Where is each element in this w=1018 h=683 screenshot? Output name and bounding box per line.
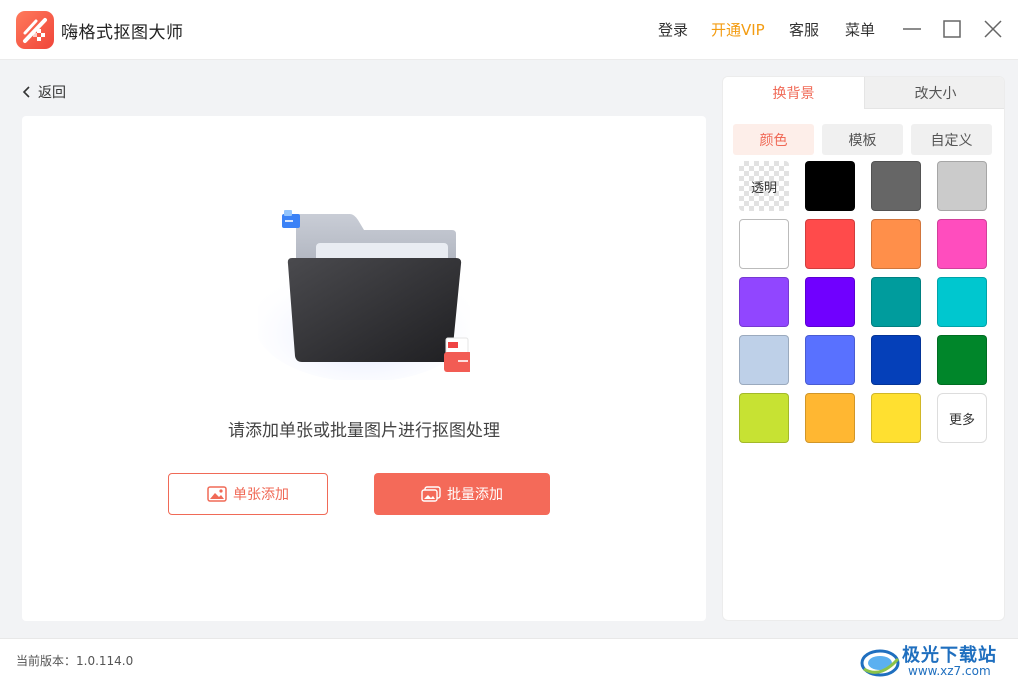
color-swatch[interactable] [739, 393, 789, 443]
single-add-label: 单张添加 [233, 487, 289, 503]
color-swatch[interactable] [739, 277, 789, 327]
watermark: 极光下载站 www.xz7.com [858, 639, 1016, 683]
color-swatch[interactable] [937, 161, 987, 211]
folder-illustration-icon [258, 210, 470, 380]
vip-link[interactable]: 开通VIP [711, 19, 765, 40]
chevron-left-icon [22, 86, 30, 98]
watermark-logo-icon [860, 649, 900, 677]
swatch-transparent[interactable]: 透明 [739, 161, 789, 211]
app-logo-icon [16, 11, 54, 49]
color-swatch[interactable] [871, 219, 921, 269]
color-swatch[interactable] [871, 393, 921, 443]
color-swatch[interactable] [937, 335, 987, 385]
upload-hint: 请添加单张或批量图片进行抠图处理 [228, 421, 500, 441]
color-swatch[interactable] [805, 335, 855, 385]
upload-panel[interactable]: 请添加单张或批量图片进行抠图处理 单张添加 批量添加 [22, 116, 706, 621]
more-colors-button[interactable]: 更多 [937, 393, 987, 443]
back-button[interactable]: 返回 [22, 82, 66, 102]
subtab-color[interactable]: 颜色 [733, 124, 814, 155]
color-swatch[interactable] [805, 393, 855, 443]
minimize-icon[interactable] [900, 17, 924, 41]
color-swatch[interactable] [871, 335, 921, 385]
color-swatch[interactable] [871, 277, 921, 327]
batch-add-button[interactable]: 批量添加 [374, 473, 550, 515]
close-icon[interactable] [981, 17, 1005, 41]
color-swatch[interactable] [739, 335, 789, 385]
color-swatch[interactable] [805, 161, 855, 211]
images-icon [421, 486, 441, 502]
maximize-icon[interactable] [940, 17, 964, 41]
subtab-template[interactable]: 模板 [822, 124, 903, 155]
image-icon [207, 486, 227, 502]
color-swatch[interactable] [805, 219, 855, 269]
swatch-transparent-label: 透明 [750, 180, 777, 196]
watermark-url: www.xz7.com [908, 664, 991, 678]
color-swatch[interactable] [937, 219, 987, 269]
service-link[interactable]: 客服 [789, 19, 819, 40]
menu-link[interactable]: 菜单 [845, 19, 875, 40]
side-panel: 换背景 改大小 颜色 模板 自定义 透明更多 [722, 76, 1005, 621]
color-swatch[interactable] [871, 161, 921, 211]
title-bar: 嗨格式抠图大师 登录 开通VIP 客服 菜单 [0, 0, 1018, 60]
back-label: 返回 [38, 85, 66, 101]
tab-resize[interactable]: 改大小 [864, 77, 1004, 109]
tab-change-background[interactable]: 换背景 [723, 77, 864, 109]
color-swatch[interactable] [805, 277, 855, 327]
app-title: 嗨格式抠图大师 [61, 23, 184, 43]
color-swatch[interactable] [739, 219, 789, 269]
version-label: 当前版本：1.0.114.0 [16, 654, 134, 668]
more-colors-label: 更多 [948, 412, 975, 428]
color-swatch[interactable] [937, 277, 987, 327]
batch-add-label: 批量添加 [447, 487, 503, 503]
single-add-button[interactable]: 单张添加 [168, 473, 328, 515]
subtab-custom[interactable]: 自定义 [911, 124, 992, 155]
status-bar: 当前版本：1.0.114.0 极光下载站 www.xz7.com [0, 638, 1018, 683]
login-link[interactable]: 登录 [658, 19, 688, 40]
